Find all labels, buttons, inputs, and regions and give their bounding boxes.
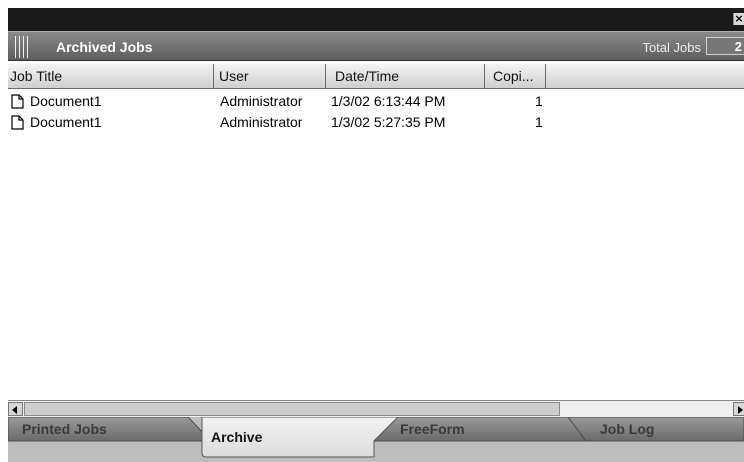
tab-job-log[interactable]: Job Log — [600, 421, 654, 437]
user-cell: Administrator — [220, 93, 303, 109]
date-time-cell: 1/3/02 5:27:35 PM — [331, 114, 446, 130]
table-row[interactable]: Document1 Administrator 1/3/02 5:27:35 P… — [8, 112, 744, 133]
drag-grip-icon[interactable] — [14, 36, 28, 58]
scroll-right-button[interactable] — [733, 402, 744, 416]
document-icon — [11, 94, 24, 109]
horizontal-scrollbar[interactable] — [8, 400, 744, 417]
tab-bar: Printed Jobs Archive FreeForm Job Log — [8, 417, 744, 462]
scroll-left-button[interactable] — [8, 402, 23, 416]
archive-window: × Archived Jobs Total Jobs 2 Job Title U… — [8, 8, 744, 462]
column-header-date-time[interactable]: Date/Time — [326, 64, 485, 89]
document-icon — [11, 115, 24, 130]
panel-title-bar: Archived Jobs Total Jobs 2 — [8, 31, 744, 61]
job-title-cell: Document1 — [30, 93, 102, 109]
total-jobs-value: 2 — [706, 37, 744, 55]
tab-printed-jobs[interactable]: Printed Jobs — [22, 421, 107, 437]
tab-archive[interactable]: Archive — [211, 429, 262, 445]
scroll-thumb[interactable] — [24, 402, 560, 416]
date-time-cell: 1/3/02 6:13:44 PM — [331, 93, 446, 109]
close-icon[interactable]: × — [733, 13, 744, 25]
job-list[interactable]: Job Title User Date/Time Copi... Documen… — [8, 61, 744, 400]
column-header-empty — [546, 64, 744, 89]
panel-title: Archived Jobs — [56, 39, 153, 55]
total-jobs-label: Total Jobs — [642, 40, 701, 55]
column-header-copies[interactable]: Copi... — [485, 64, 546, 89]
job-title-cell: Document1 — [30, 114, 102, 130]
table-row[interactable]: Document1 Administrator 1/3/02 6:13:44 P… — [8, 91, 744, 112]
column-header-row: Job Title User Date/Time Copi... — [8, 64, 744, 89]
column-header-user[interactable]: User — [214, 64, 326, 89]
window-top-bar: × — [8, 8, 744, 31]
tab-freeform[interactable]: FreeForm — [400, 421, 465, 437]
triangle-left-icon — [12, 406, 17, 414]
user-cell: Administrator — [220, 114, 303, 130]
triangle-right-icon — [738, 406, 743, 414]
copies-cell: 1 — [535, 114, 543, 130]
copies-cell: 1 — [535, 93, 543, 109]
column-header-job-title[interactable]: Job Title — [8, 64, 214, 89]
